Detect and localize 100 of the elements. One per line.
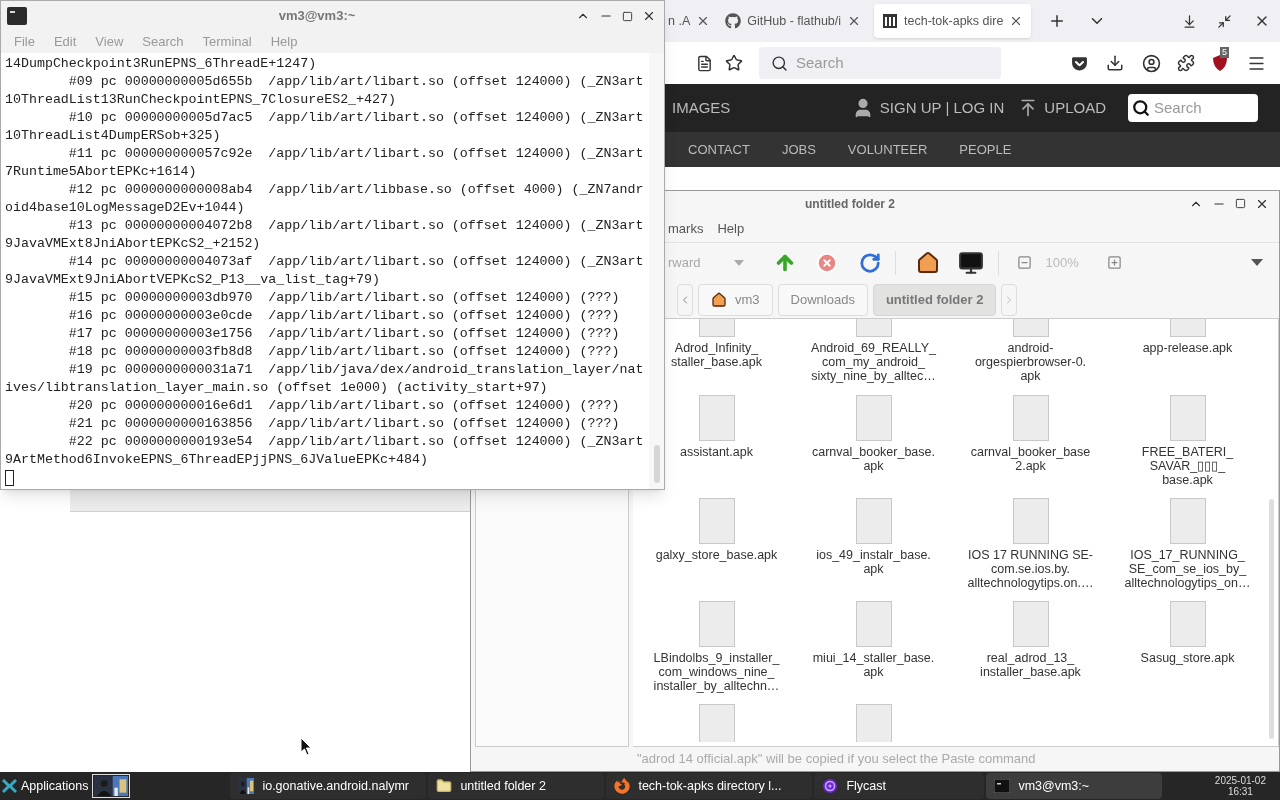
file-name[interactable]: carnval_booker_base. apk [812, 445, 935, 473]
file-name[interactable]: FREE_BATERI_ SAVAR_▯▯▯_ base.apk [1141, 445, 1234, 487]
file-name[interactable]: real_adrod_13_ installer_base.apk [980, 651, 1081, 679]
file-name[interactable]: Adrod_Infinity_ staller_base.apk [671, 341, 762, 369]
terminal-line: 14DumpCheckpoint3RunEPNS_6ThreadE+1247) [5, 55, 317, 73]
terminal-line: ives/libtranslation_layer_main.so (offset 1e000) (activity_start+97) [5, 379, 548, 397]
file-name[interactable]: app-release.apk [1142, 341, 1233, 355]
terminal-line: #21 pc 0000000000163856 /app/lib/art/libart.so (offset 124000) (???) [67, 415, 620, 433]
terminal-line: #16 pc 00000000003e0cde /app/lib/art/libart.so (offset 124000) (???) [67, 307, 620, 325]
search-field[interactable]: Search [759, 47, 1001, 79]
search-input[interactable]: Search [1154, 96, 1250, 120]
menu-item[interactable]: Help [717, 219, 745, 239]
tab-title: GitHub - flathub/i [747, 12, 842, 30]
spiral-icon [822, 778, 839, 794]
file-icon [698, 704, 735, 742]
caret-icon[interactable] [1251, 259, 1263, 266]
puzzle-icon[interactable] [1177, 54, 1195, 72]
terminal-line: #09 pc 00000000005d655b /app/lib/art/libart.so (offset 124000) (_ZN3art [67, 73, 644, 91]
app-menu-icon [2, 778, 17, 794]
reader-view-icon[interactable] [696, 54, 713, 72]
terminal-line: 10ThreadList4DumpERSob+325) [5, 127, 221, 145]
account-icon[interactable] [1142, 53, 1161, 73]
status-text: "adrod 14 official.apk" will be copied if you select the Paste command [637, 750, 1036, 769]
home-icon[interactable] [915, 250, 940, 275]
file-name[interactable]: IOS_17_RUNNING_ SE_com_se_ios_by_ alltechnologytips_on… [1124, 548, 1251, 590]
search-icon [1132, 99, 1150, 117]
terminal-line: 10ThreadList13RunCheckpointEPNS_7ClosureES2_+427) [5, 91, 396, 109]
zoom-in-icon[interactable] [1106, 255, 1122, 270]
nav-link[interactable]: PEOPLE [959, 139, 1012, 160]
file-name[interactable]: Sasug_store.apk [1140, 651, 1235, 665]
clock[interactable]: 2025-01-02 16:31 [1214, 775, 1266, 797]
monitor-icon[interactable] [957, 249, 984, 276]
file-icon [698, 395, 735, 441]
mouse-cursor-icon [300, 737, 312, 756]
nav-link[interactable]: IMAGES [672, 96, 731, 120]
upload-link[interactable]: UPLOAD [1044, 96, 1106, 120]
file-name[interactable]: miui_14_staller_base. apk [812, 651, 935, 679]
nav-link[interactable]: VOLUNTEER [847, 139, 928, 160]
file-icon [1169, 601, 1206, 647]
file-icon [1012, 395, 1049, 441]
breadcrumb-button[interactable]: vm3 [698, 284, 773, 316]
reload-icon[interactable] [858, 251, 881, 274]
file-icon [698, 498, 735, 544]
shield-icon[interactable] [1211, 54, 1229, 72]
restore-icon[interactable] [1217, 13, 1232, 29]
search-icon [771, 54, 788, 72]
terminal-icon [6, 6, 28, 26]
file-icon [1169, 395, 1206, 441]
workspace-switcher[interactable] [92, 774, 131, 798]
site-search-field[interactable]: Search [1128, 94, 1258, 122]
browser-tab[interactable]: tech-tok-apks dire [874, 4, 1032, 38]
nav-link[interactable]: CONTACT [688, 139, 750, 160]
pocket-icon[interactable] [1071, 54, 1088, 72]
terminal-line: #19 pc 0000000000031a71 /app/lib/java/dex/android_translation_layer/nat [67, 361, 644, 379]
terminal-line: #18 pc 00000000003fb8d8 /app/lib/art/libart.so (offset 124000) (???) [67, 343, 620, 361]
firefox-icon [614, 778, 631, 794]
file-name[interactable]: IOS 17 RUNNING SE- com.se.ios.by. alltechnologytips.on.… [967, 548, 1094, 590]
file-icon [855, 395, 892, 441]
taskbar-button[interactable]: tech-tok-apks directory l... [606, 773, 813, 799]
file-name[interactable]: ios_49_instalr_base. apk [816, 548, 931, 576]
search-input[interactable]: Search [796, 51, 976, 75]
file-name[interactable]: android- orgespierbrowser-0. apk [974, 341, 1087, 383]
file-name[interactable]: carnval_booker_base 2.apk [970, 445, 1091, 473]
terminal-line: oid4base10LogMessageD2Ev+1044) [5, 199, 245, 217]
menu-item[interactable]: marks [668, 219, 704, 239]
taskbar-button[interactable]: io.gonative.android.nalymr [230, 773, 427, 799]
terminal-line: #10 pc 00000000005d7ac5 /app/lib/art/libart.so (offset 124000) (_ZN3art [67, 109, 644, 127]
taskbar-button[interactable]: vm3@vm3:~ [986, 773, 1163, 799]
terminal-line: #22 pc 0000000000193e54 /app/lib/art/libart.so (offset 124000) (_ZN3art [67, 433, 644, 451]
star-icon[interactable] [725, 54, 743, 72]
file-name[interactable]: assistant.apk [680, 445, 753, 459]
maximize-icon[interactable] [1235, 198, 1246, 209]
sign-up-log-in-link[interactable]: SIGN UP | LOG IN [879, 96, 1005, 120]
applications-menu-button[interactable]: Applications [0, 776, 89, 796]
scrollbar[interactable] [649, 53, 664, 489]
scrollbar[interactable] [1265, 318, 1279, 747]
file-name[interactable]: Android_69_REALLY_ com_my_android_ sixty_nine_by_alltec… [811, 341, 936, 383]
maximize-icon[interactable] [622, 10, 633, 22]
minimize-icon[interactable] [1182, 13, 1197, 29]
terminal-line: #13 pc 00000000004072b8 /app/lib/art/libart.so (offset 124000) (_ZN3art [67, 217, 644, 235]
download-icon[interactable] [1106, 54, 1124, 72]
window-title: untitled folder 2 [804, 195, 896, 213]
file-name[interactable]: LBindolbs_9_installer_ com_windows_nine_ installer_by_alltechn… [653, 651, 780, 693]
file-icon [855, 498, 892, 544]
folder-icon [436, 778, 453, 794]
stop-icon[interactable] [815, 251, 838, 274]
file-icon [1012, 498, 1049, 544]
window-title: vm3@vm3:~ [277, 7, 357, 26]
browser-tab[interactable]: n .A [666, 4, 713, 38]
terminal-line: #11 pc 000000000057c92e /app/lib/art/libart.so (offset 124000) (_ZN3art [67, 145, 644, 163]
taskbar-button[interactable]: Flycast [814, 773, 985, 799]
zoom-out-icon[interactable] [1016, 255, 1032, 270]
taskbar-button[interactable]: untitled folder 2 [428, 773, 605, 799]
nav-link[interactable]: JOBS [781, 139, 816, 160]
file-name[interactable]: galxy_store_base.apk [655, 548, 778, 562]
file-icon [698, 601, 735, 647]
github-icon [725, 13, 742, 29]
close-icon[interactable] [642, 9, 656, 23]
browser-tab[interactable]: GitHub - flathub/i [717, 4, 870, 38]
terminal-line: 9ArtMethod6InvokeEPNS_6ThreadEPjjPNS_6JValueEPKc+484) [5, 451, 428, 469]
